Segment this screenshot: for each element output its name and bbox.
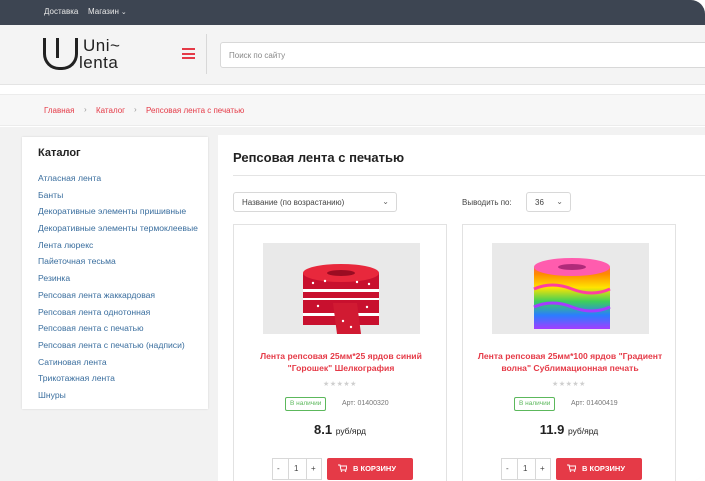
sidebar-item[interactable]: Шнуры bbox=[38, 387, 198, 404]
title-divider bbox=[233, 175, 705, 176]
stock-badge: В наличии bbox=[285, 397, 327, 411]
sidebar-item[interactable]: Репсовая лента однотонная bbox=[38, 304, 198, 321]
product-card: Лента репсовая 25мм*25 ярдов синий "Горо… bbox=[233, 224, 447, 481]
quantity-value[interactable]: 1 bbox=[523, 464, 527, 473]
sort-select-value: Название (по возрастанию) bbox=[242, 198, 345, 207]
sidebar-item[interactable]: Резинка bbox=[38, 270, 198, 287]
sort-select[interactable]: Название (по возрастанию) ⌄ bbox=[233, 192, 397, 212]
logo[interactable]: Uni~ lenta bbox=[43, 36, 175, 74]
shop-menu-label: Магазин bbox=[88, 7, 119, 16]
product-name[interactable]: Лента репсовая 25мм*25 ярдов синий "Горо… bbox=[244, 350, 438, 374]
breadcrumb: Главная › Каталог › Репсовая лента с печ… bbox=[0, 94, 705, 126]
logo-text-line2: lenta bbox=[79, 53, 119, 72]
search-input[interactable]: Поиск по сайту bbox=[220, 42, 705, 68]
top-bar: Доставка Магазин ⌄ bbox=[0, 0, 705, 25]
add-to-cart-label: В КОРЗИНУ bbox=[582, 464, 625, 473]
product-image[interactable] bbox=[263, 243, 420, 334]
sidebar-item[interactable]: Репсовая лента с печатью (надписи) bbox=[38, 337, 198, 354]
quantity-plus-button[interactable]: + bbox=[311, 464, 316, 473]
quantity-minus-button[interactable]: - bbox=[277, 464, 280, 473]
logo-icon bbox=[43, 38, 78, 70]
sidebar-item[interactable]: Сатиновая лента bbox=[38, 354, 198, 371]
product-article: Арт: 01400320 bbox=[342, 400, 389, 407]
product-article: Арт: 01400419 bbox=[571, 400, 618, 407]
product-card: Лента репсовая 25мм*100 ярдов "Градиент … bbox=[462, 224, 676, 481]
chevron-down-icon: ⌄ bbox=[382, 197, 389, 206]
sidebar-item[interactable]: Трикотажная лента bbox=[38, 370, 198, 387]
breadcrumb-current[interactable]: Репсовая лента с печатью bbox=[146, 106, 244, 115]
product-price: 8.1 руб/ярд bbox=[234, 422, 446, 437]
chevron-down-icon: ⌄ bbox=[556, 197, 563, 206]
breadcrumb-home[interactable]: Главная bbox=[44, 106, 74, 115]
sidebar-item[interactable]: Пайеточная тесьма bbox=[38, 253, 198, 270]
price-value: 11.9 bbox=[539, 422, 565, 437]
add-to-cart-button[interactable]: В КОРЗИНУ bbox=[556, 458, 642, 480]
sidebar-list: Атласная лента Банты Декоративные элемен… bbox=[38, 170, 198, 404]
shop-menu[interactable]: Магазин ⌄ bbox=[88, 7, 127, 16]
product-name[interactable]: Лента репсовая 25мм*100 ярдов "Градиент … bbox=[473, 350, 667, 374]
star-icon: ★★★★★ bbox=[552, 381, 586, 388]
quantity-value[interactable]: 1 bbox=[294, 464, 298, 473]
add-to-cart-label: В КОРЗИНУ bbox=[353, 464, 396, 473]
header-divider bbox=[206, 34, 207, 74]
breadcrumb-catalog[interactable]: Каталог bbox=[96, 106, 125, 115]
cart-icon bbox=[567, 464, 576, 472]
sidebar-item[interactable]: Репсовая лента жаккардовая bbox=[38, 287, 198, 304]
page: Доставка Магазин ⌄ Uni~ lenta Поиск по са… bbox=[0, 0, 705, 481]
add-to-cart-button[interactable]: В КОРЗИНУ bbox=[327, 458, 413, 480]
site-header: Uni~ lenta Поиск по сайту bbox=[0, 25, 705, 85]
price-value: 8.1 bbox=[313, 422, 333, 437]
sidebar-title: Каталог bbox=[38, 147, 81, 159]
cart-icon bbox=[338, 464, 347, 472]
product-image[interactable] bbox=[492, 243, 649, 334]
price-unit: руб/ярд bbox=[335, 426, 366, 436]
delivery-link[interactable]: Доставка bbox=[44, 7, 78, 16]
sidebar-item[interactable]: Атласная лента bbox=[38, 170, 198, 187]
sidebar-item[interactable]: Банты bbox=[38, 187, 198, 204]
quantity-plus-button[interactable]: + bbox=[540, 464, 545, 473]
per-page-label: Выводить по: bbox=[462, 198, 512, 207]
sidebar-item[interactable]: Репсовая лента с печатью bbox=[38, 320, 198, 337]
star-icon: ★★★★★ bbox=[323, 381, 357, 388]
sidebar-item[interactable]: Лента люрекс bbox=[38, 237, 198, 254]
sidebar-item[interactable]: Декоративные элементы пришивные bbox=[38, 203, 198, 220]
price-unit: руб/ярд bbox=[567, 426, 599, 436]
sidebar-item[interactable]: Декоративные элементы термоклеевые bbox=[38, 220, 198, 237]
per-page-select[interactable]: 36 ⌄ bbox=[526, 192, 571, 212]
product-price: 11.9 руб/ярд bbox=[463, 422, 675, 437]
page-title: Репсовая лента с печатью bbox=[233, 150, 405, 165]
chevron-down-icon: ⌄ bbox=[120, 9, 127, 16]
catalog-sidebar: Каталог Атласная лента Банты Декоративны… bbox=[22, 137, 208, 409]
menu-icon[interactable] bbox=[182, 48, 195, 59]
breadcrumb-separator: › bbox=[84, 105, 87, 114]
quantity-stepper: - 1 + bbox=[272, 458, 322, 480]
main-content: Репсовая лента с печатью Название (по во… bbox=[218, 135, 705, 481]
breadcrumb-separator: › bbox=[134, 105, 137, 114]
quantity-minus-button[interactable]: - bbox=[506, 464, 509, 473]
stock-badge: В наличии bbox=[514, 397, 556, 411]
quantity-stepper: - 1 + bbox=[501, 458, 551, 480]
per-page-value: 36 bbox=[535, 198, 544, 207]
